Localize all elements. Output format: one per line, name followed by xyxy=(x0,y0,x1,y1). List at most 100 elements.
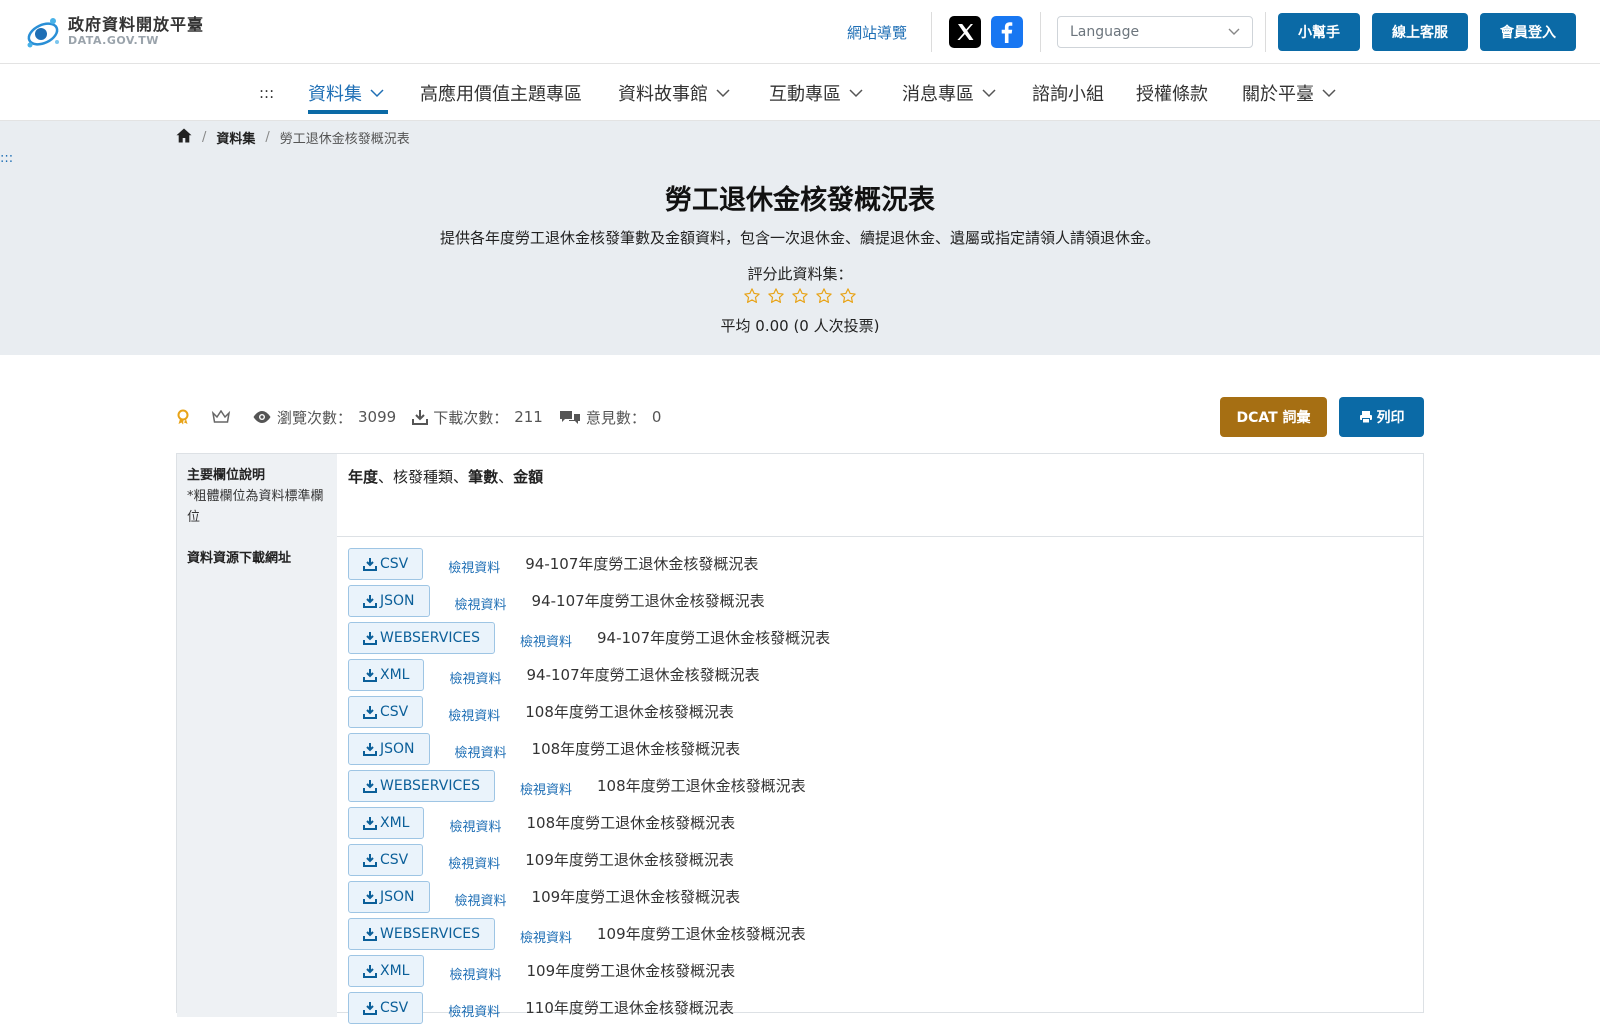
download-webservices-button[interactable]: WEBSERVICES xyxy=(348,918,495,950)
download-webservices-button[interactable]: WEBSERVICES xyxy=(348,622,495,654)
comment-count: 意見數： 0 xyxy=(559,407,662,428)
resource-item: XML 檢視資料 109年度勞工退休金核發概況表 xyxy=(348,955,735,987)
language-select-value: Language xyxy=(1070,24,1140,40)
view-data-link[interactable]: 檢視資料 xyxy=(448,1001,500,1020)
download-icon xyxy=(363,632,377,645)
member-login-button[interactable]: 會員登入 xyxy=(1480,13,1576,51)
fields-list: 年度、核發種類、筆數、金額 xyxy=(348,466,543,487)
format-label: CSV xyxy=(380,1000,409,1016)
x-twitter-icon[interactable] xyxy=(949,16,981,48)
resource-name: 109年度勞工退休金核發概況表 xyxy=(531,887,741,906)
download-icon xyxy=(363,595,377,608)
view-data-link[interactable]: 檢視資料 xyxy=(448,705,500,724)
download-csv-button[interactable]: CSV xyxy=(348,992,424,1024)
comments-icon xyxy=(559,411,580,424)
field-text: 核發種類 xyxy=(393,468,454,486)
star-icon[interactable] xyxy=(791,287,809,309)
download-json-button[interactable]: JSON xyxy=(348,881,430,913)
view-data-link[interactable]: 檢視資料 xyxy=(449,964,501,983)
format-label: CSV xyxy=(380,704,409,720)
resource-name: 109年度勞工退休金核發概況表 xyxy=(525,850,734,869)
star-icon[interactable] xyxy=(767,287,785,309)
nav-item-news[interactable]: 消息專區 xyxy=(902,78,996,108)
nav-item-interactive[interactable]: 互動專區 xyxy=(769,78,863,108)
resource-name: 108年度勞工退休金核發概況表 xyxy=(596,776,806,795)
star-icon[interactable] xyxy=(743,287,761,309)
online-service-button[interactable]: 線上客服 xyxy=(1372,13,1468,51)
nav-item-datasets[interactable]: 資料集 xyxy=(308,78,384,108)
nav-item-about[interactable]: 關於平臺 xyxy=(1242,78,1336,108)
download-icon xyxy=(363,743,377,756)
download-csv-button[interactable]: CSV xyxy=(348,548,424,580)
standard-field: 金額 xyxy=(513,468,544,486)
view-data-link[interactable]: 檢視資料 xyxy=(520,631,572,650)
star-icon[interactable] xyxy=(839,287,857,309)
chevron-down-icon xyxy=(982,89,996,98)
facebook-icon[interactable] xyxy=(991,16,1023,48)
resource-item: CSV 檢視資料 110年度勞工退休金核發概況表 xyxy=(348,992,734,1024)
resource-item: CSV 檢視資料 109年度勞工退休金核發概況表 xyxy=(348,844,734,876)
download-csv-button[interactable]: CSV xyxy=(348,696,424,728)
divider xyxy=(931,12,932,52)
content-skip-anchor[interactable]: ::: xyxy=(0,151,13,166)
nav-skip-anchor[interactable]: ::: xyxy=(259,78,274,108)
download-xml-button[interactable]: XML xyxy=(348,807,425,839)
nav-item-high-value[interactable]: 高應用價值主題專區 xyxy=(420,78,582,108)
format-label: XML xyxy=(380,667,410,683)
download-xml-button[interactable]: XML xyxy=(348,659,425,691)
view-data-link[interactable]: 檢視資料 xyxy=(448,853,500,872)
resource-name: 108年度勞工退休金核發概況表 xyxy=(531,739,741,758)
nav-item-label: 關於平臺 xyxy=(1242,84,1314,105)
format-label: CSV xyxy=(380,852,409,868)
download-icon xyxy=(363,891,377,904)
download-icon xyxy=(363,854,377,867)
download-webservices-button[interactable]: WEBSERVICES xyxy=(348,770,495,802)
rating-stars[interactable] xyxy=(0,287,1600,309)
download-xml-button[interactable]: XML xyxy=(348,955,425,987)
language-select[interactable]: Language xyxy=(1057,16,1253,48)
chevron-down-icon xyxy=(1322,89,1336,98)
breadcrumb: / 資料集 / 勞工退休金核發概況表 xyxy=(176,128,410,147)
format-label: JSON xyxy=(380,889,415,905)
download-csv-button[interactable]: CSV xyxy=(348,844,424,876)
nav-item-license[interactable]: 授權條款 xyxy=(1136,78,1208,108)
resource-name: 108年度勞工退休金核發概況表 xyxy=(525,702,734,721)
divider xyxy=(1265,12,1266,52)
dataset-stats: 瀏覽次數： 3099 下載次數： 211 意見數： 0 xyxy=(176,405,677,429)
resource-name: 94-107年度勞工退休金核發概況表 xyxy=(525,554,759,573)
dataset-description: 提供各年度勞工退休金核發筆數及金額資料，包含一次退休金、續提退休金、遺屬或指定請… xyxy=(439,229,1160,247)
award-badge-icon xyxy=(176,409,195,425)
nav-item-advisory[interactable]: 諮詢小組 xyxy=(1032,78,1104,108)
print-button[interactable]: 列印 xyxy=(1339,397,1424,437)
nav-item-data-stories[interactable]: 資料故事館 xyxy=(618,78,730,108)
nav-item-label: 資料集 xyxy=(308,84,362,105)
breadcrumb-separator: / xyxy=(265,130,270,145)
download-icon xyxy=(363,669,377,682)
resources-header: 資料資源下載網址 xyxy=(177,537,337,1017)
field-text: 、 xyxy=(498,468,514,486)
site-logo[interactable]: 政府資料開放平臺 DATA.GOV.TW xyxy=(22,12,204,52)
download-icon xyxy=(363,1002,377,1015)
view-data-link[interactable]: 檢視資料 xyxy=(520,779,572,798)
logo-title: 政府資料開放平臺 xyxy=(68,15,205,34)
view-data-link[interactable]: 檢視資料 xyxy=(455,890,507,909)
view-data-link[interactable]: 檢視資料 xyxy=(520,927,572,946)
view-data-link[interactable]: 檢視資料 xyxy=(455,594,507,613)
helper-button[interactable]: 小幫手 xyxy=(1278,13,1360,51)
download-json-button[interactable]: JSON xyxy=(348,733,430,765)
breadcrumb-current: 勞工退休金核發概況表 xyxy=(279,132,410,147)
nav-item-label: 互動專區 xyxy=(769,84,841,105)
breadcrumb-datasets[interactable]: 資料集 xyxy=(216,128,255,147)
sitemap-link[interactable]: 網站導覽 xyxy=(847,22,907,43)
dcat-vocabulary-button[interactable]: DCAT 詞彙 xyxy=(1220,397,1327,437)
comment-count-value: 0 xyxy=(651,408,662,426)
view-data-link[interactable]: 檢視資料 xyxy=(448,557,500,576)
download-json-button[interactable]: JSON xyxy=(348,585,430,617)
view-data-link[interactable]: 檢視資料 xyxy=(455,742,507,761)
view-data-link[interactable]: 檢視資料 xyxy=(449,668,501,687)
fields-row: 主要欄位說明 *粗體欄位為資料標準欄位 年度、核發種類、筆數、金額 xyxy=(177,454,1423,537)
home-icon[interactable] xyxy=(176,128,192,147)
view-count-value: 3099 xyxy=(358,408,397,426)
view-data-link[interactable]: 檢視資料 xyxy=(449,816,501,835)
star-icon[interactable] xyxy=(815,287,833,309)
